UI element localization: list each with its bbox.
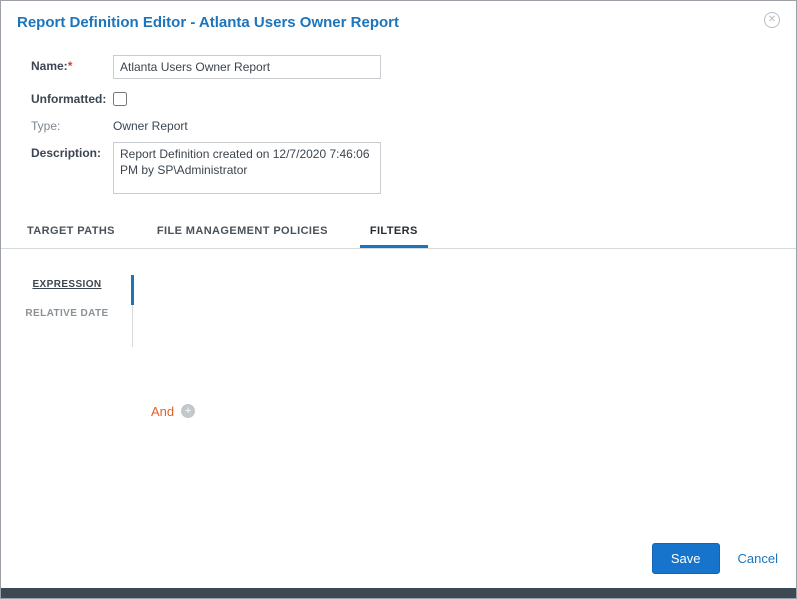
bottom-accent-bar bbox=[1, 588, 796, 598]
dialog-footer: Save Cancel bbox=[1, 543, 796, 588]
tabs-row: TARGET PATHS FILE MANAGEMENT POLICIES FI… bbox=[1, 203, 796, 249]
nav-item-relative-date[interactable]: RELATIVE DATE bbox=[1, 304, 133, 333]
filter-sub-nav: EXPRESSION RELATIVE DATE bbox=[1, 275, 134, 543]
form-area: Name:* Unformatted: Type: Owner Report D… bbox=[1, 41, 796, 203]
unformatted-row: Unformatted: bbox=[31, 88, 796, 106]
active-nav-indicator bbox=[131, 275, 134, 305]
unformatted-label: Unformatted: bbox=[31, 92, 107, 106]
expression-content: And + bbox=[133, 275, 196, 543]
dialog-header: Report Definition Editor - Atlanta Users… bbox=[1, 1, 796, 41]
tab-target-paths[interactable]: TARGET PATHS bbox=[17, 219, 125, 248]
tab-file-management-policies[interactable]: FILE MANAGEMENT POLICIES bbox=[147, 219, 338, 248]
nav-item-expression[interactable]: EXPRESSION bbox=[1, 275, 133, 304]
filters-panel: EXPRESSION RELATIVE DATE And + bbox=[1, 249, 796, 543]
required-asterisk: * bbox=[67, 59, 73, 73]
description-textarea[interactable]: Report Definition created on 12/7/2020 7… bbox=[113, 142, 381, 194]
unformatted-checkbox[interactable] bbox=[113, 92, 127, 106]
cancel-link[interactable]: Cancel bbox=[738, 551, 778, 566]
report-definition-editor-dialog: Report Definition Editor - Atlanta Users… bbox=[0, 0, 797, 599]
description-row: Description: Report Definition created o… bbox=[31, 142, 796, 194]
name-row: Name:* bbox=[31, 55, 796, 79]
name-input[interactable] bbox=[113, 55, 381, 79]
name-label-text: Name: bbox=[31, 59, 68, 73]
dialog-title: Report Definition Editor - Atlanta Users… bbox=[17, 14, 399, 31]
save-button[interactable]: Save bbox=[651, 543, 720, 574]
plus-circle-icon[interactable]: + bbox=[181, 404, 196, 418]
name-label: Name:* bbox=[31, 55, 113, 73]
description-label: Description: bbox=[31, 146, 102, 160]
expression-operator[interactable]: And bbox=[151, 404, 174, 419]
close-icon[interactable]: ✕ bbox=[764, 12, 780, 28]
type-value: Owner Report bbox=[113, 119, 188, 133]
type-label: Type: bbox=[31, 119, 61, 133]
tab-filters[interactable]: FILTERS bbox=[359, 219, 428, 248]
type-row: Type: Owner Report bbox=[31, 115, 796, 133]
